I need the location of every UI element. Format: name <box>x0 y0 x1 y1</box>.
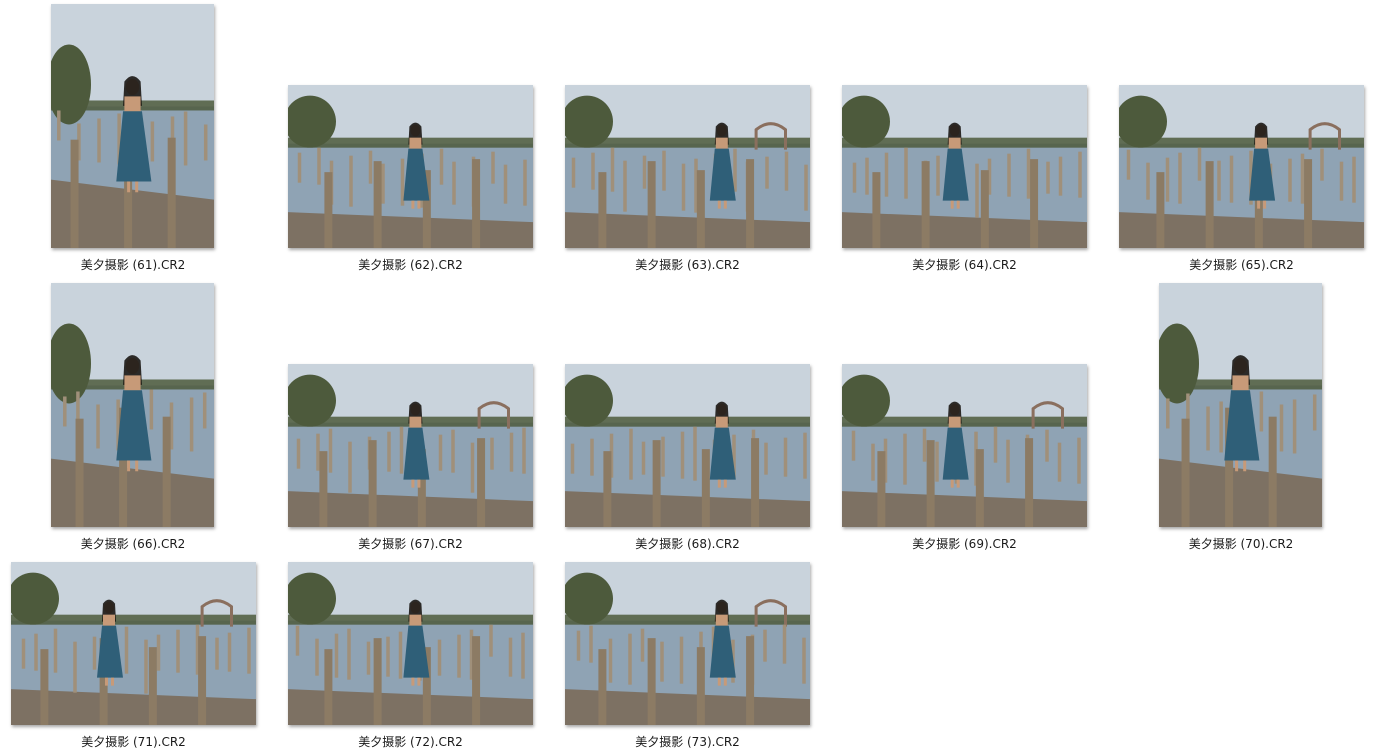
photo-scene <box>11 562 256 725</box>
photo-scene <box>288 562 533 725</box>
photo-thumbnail[interactable] <box>288 562 533 725</box>
file-name-label: 美夕摄影 (65).CR2 <box>1189 258 1294 272</box>
file-name-label: 美夕摄影 (72).CR2 <box>358 735 463 749</box>
file-name-label: 美夕摄影 (73).CR2 <box>635 735 740 749</box>
photo-scene <box>1159 283 1322 527</box>
photo-thumbnail[interactable] <box>1119 85 1364 248</box>
photo-scene <box>842 85 1087 248</box>
file-item[interactable]: 美夕摄影 (61).CR2 <box>51 4 215 274</box>
file-item[interactable]: 美夕摄影 (68).CR2 <box>565 364 810 553</box>
file-item[interactable]: 美夕摄影 (65).CR2 <box>1119 85 1364 274</box>
photo-thumbnail[interactable] <box>565 562 810 725</box>
file-name-label: 美夕摄影 (63).CR2 <box>635 258 740 272</box>
photo-thumbnail[interactable] <box>51 283 214 527</box>
photo-thumbnail[interactable] <box>565 364 810 527</box>
photo-thumbnail[interactable] <box>288 364 533 527</box>
file-name-label: 美夕摄影 (70).CR2 <box>1188 537 1294 551</box>
photo-scene <box>842 364 1087 527</box>
file-name-label: 美夕摄影 (64).CR2 <box>912 258 1017 272</box>
file-item[interactable]: 美夕摄影 (72).CR2 <box>288 562 533 751</box>
file-name-label: 美夕摄影 (62).CR2 <box>358 258 463 272</box>
file-item[interactable]: 美夕摄影 (62).CR2 <box>288 85 533 274</box>
photo-thumbnail[interactable] <box>842 364 1087 527</box>
file-gallery: 美夕摄影 (61).CR2 美夕摄影 (62).CR2 美夕摄影 (63).CR… <box>0 0 1381 751</box>
photo-scene <box>1119 85 1364 248</box>
photo-thumbnail[interactable] <box>288 85 533 248</box>
file-name-label: 美夕摄影 (66).CR2 <box>80 537 186 551</box>
file-name-label: 美夕摄影 (67).CR2 <box>358 537 463 551</box>
file-item[interactable]: 美夕摄影 (69).CR2 <box>842 364 1087 553</box>
photo-thumbnail[interactable] <box>51 4 214 248</box>
file-name-label: 美夕摄影 (68).CR2 <box>635 537 740 551</box>
file-item[interactable]: 美夕摄影 (64).CR2 <box>842 85 1087 274</box>
file-item[interactable]: 美夕摄影 (63).CR2 <box>565 85 810 274</box>
file-item[interactable]: 美夕摄影 (70).CR2 <box>1159 283 1323 553</box>
photo-scene <box>565 364 810 527</box>
file-item[interactable]: 美夕摄影 (67).CR2 <box>288 364 533 553</box>
photo-thumbnail[interactable] <box>1159 283 1322 527</box>
file-item[interactable]: 美夕摄影 (73).CR2 <box>565 562 810 751</box>
file-name-label: 美夕摄影 (61).CR2 <box>80 258 186 272</box>
photo-thumbnail[interactable] <box>11 562 256 725</box>
file-name-label: 美夕摄影 (71).CR2 <box>81 735 186 749</box>
file-item[interactable]: 美夕摄影 (71).CR2 <box>11 562 256 751</box>
photo-scene <box>51 283 214 527</box>
photo-thumbnail[interactable] <box>842 85 1087 248</box>
file-name-label: 美夕摄影 (69).CR2 <box>912 537 1017 551</box>
file-item[interactable]: 美夕摄影 (66).CR2 <box>51 283 215 553</box>
photo-scene <box>565 562 810 725</box>
photo-scene <box>288 364 533 527</box>
photo-scene <box>288 85 533 248</box>
photo-scene <box>51 4 214 248</box>
photo-scene <box>565 85 810 248</box>
photo-thumbnail[interactable] <box>565 85 810 248</box>
